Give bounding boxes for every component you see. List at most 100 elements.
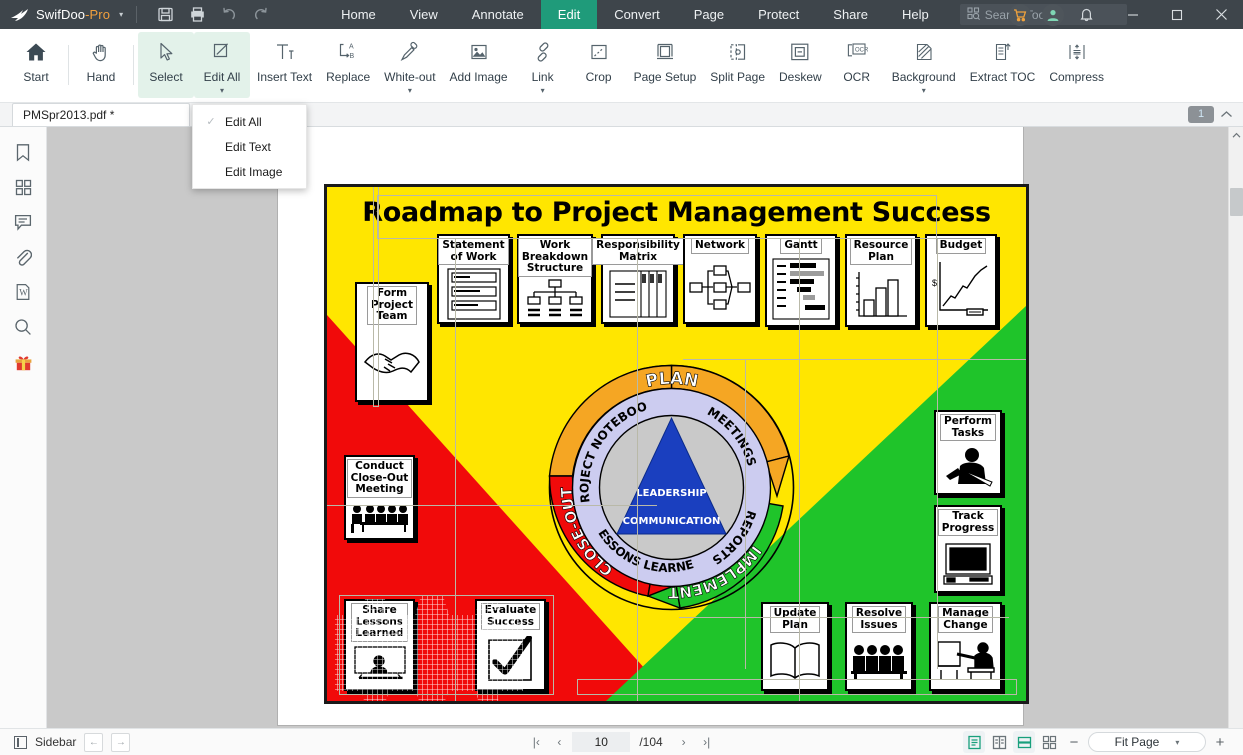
ribbon-extract-toc[interactable]: Extract TOC	[963, 32, 1043, 98]
ribbon-hand[interactable]: Hand	[73, 32, 129, 98]
card-caption: Network	[690, 238, 749, 254]
ribbon-link-label: Link	[531, 70, 554, 84]
scrollbar-thumb[interactable]	[1229, 188, 1243, 216]
ribbon-add-image-label: Add Image	[449, 70, 508, 84]
ribbon-split-page[interactable]: Split Page	[703, 32, 772, 98]
zoom-in-button[interactable]: +	[1209, 731, 1231, 753]
menu-edit[interactable]: Edit	[540, 0, 598, 29]
cart-icon[interactable]	[1009, 3, 1031, 26]
vertical-scrollbar[interactable]	[1228, 127, 1243, 728]
menu-help[interactable]: Help	[885, 0, 946, 29]
page-number-input[interactable]	[572, 732, 631, 752]
ribbon-edit-all[interactable]: Edit All ▾	[194, 32, 250, 98]
print-icon[interactable]	[184, 2, 210, 28]
chevron-down-icon[interactable]: ▾	[408, 87, 412, 95]
whiteout-icon	[399, 37, 421, 67]
pdf-page[interactable]: Roadmap to Project Management Success Fo…	[278, 127, 1029, 725]
attachment-icon[interactable]	[8, 244, 38, 270]
ribbon-edit-all-label: Edit All	[203, 70, 241, 84]
dropdown-item-edit-text[interactable]: Edit Text	[193, 134, 306, 159]
main-menu: Home View Annotate Edit Convert Page Pro…	[324, 0, 1127, 29]
grid-view-icon[interactable]	[1038, 731, 1060, 753]
ribbon-background[interactable]: Background ▾	[885, 32, 963, 98]
card-budget: Budget $	[925, 234, 997, 327]
brand-name: SwifDoo-Pro	[36, 7, 110, 22]
close-button[interactable]	[1199, 0, 1243, 29]
redo-icon[interactable]	[248, 2, 274, 28]
ribbon-crop[interactable]: Crop	[571, 32, 627, 98]
ribbon-add-image[interactable]: Add Image	[443, 32, 515, 98]
menu-annotate[interactable]: Annotate	[455, 0, 541, 29]
notifications-bell-icon[interactable]	[1075, 4, 1097, 26]
single-page-view-icon[interactable]	[963, 731, 985, 753]
home-icon	[25, 37, 47, 67]
zoom-level-label: Fit Page	[1114, 735, 1160, 749]
ribbon-crop-label: Crop	[585, 70, 612, 84]
chevron-down-icon[interactable]: ▾	[220, 87, 224, 95]
dropdown-item-edit-all[interactable]: ✓ Edit All	[193, 109, 306, 134]
bookmark-icon[interactable]	[8, 139, 38, 165]
ribbon-deskew[interactable]: Deskew	[772, 32, 829, 98]
dropdown-item-label: Edit Text	[225, 139, 271, 154]
dropdown-item-edit-image[interactable]: Edit Image	[193, 159, 306, 184]
next-page-button[interactable]: ›	[674, 732, 694, 752]
ribbon-deskew-label: Deskew	[779, 70, 822, 84]
zoom-out-button[interactable]: −	[1063, 731, 1085, 753]
maximize-button[interactable]	[1155, 0, 1199, 29]
comment-icon[interactable]	[8, 209, 38, 235]
swifdoo-logo-icon	[10, 7, 30, 23]
nav-forward-button[interactable]: →	[111, 732, 131, 752]
nav-back-button[interactable]: ←	[84, 732, 104, 752]
ribbon-ocr[interactable]: OCR OCR	[829, 32, 885, 98]
save-icon[interactable]	[152, 2, 178, 28]
titlebar-divider	[136, 6, 138, 23]
search-icon[interactable]	[8, 314, 38, 340]
word-icon[interactable]: W	[8, 279, 38, 305]
bar-chart-art	[847, 265, 915, 325]
card-caption: Responsibility Matrix	[592, 238, 684, 265]
menu-protect[interactable]: Protect	[741, 0, 816, 29]
background-icon	[913, 37, 935, 67]
menu-convert[interactable]: Convert	[597, 0, 677, 29]
thumbnails-icon[interactable]	[8, 174, 38, 200]
sidebar-toggle-icon[interactable]	[14, 735, 27, 749]
collapse-ribbon-chevron-icon[interactable]	[1220, 110, 1235, 119]
gift-icon[interactable]	[8, 349, 38, 375]
document-viewport[interactable]: Roadmap to Project Management Success Fo…	[47, 127, 1228, 728]
card-caption: Resource Plan	[849, 238, 913, 265]
ribbon-compress[interactable]: Compress	[1042, 32, 1111, 98]
menu-share[interactable]: Share	[816, 0, 885, 29]
ribbon-link[interactable]: Link ▾	[515, 32, 571, 98]
ribbon-insert-text[interactable]: Insert Text	[250, 32, 319, 98]
continuous-scroll-icon[interactable]	[1013, 731, 1035, 753]
menu-home[interactable]: Home	[324, 0, 393, 29]
menu-view[interactable]: View	[393, 0, 455, 29]
undo-icon[interactable]	[216, 2, 242, 28]
sidebar-label[interactable]: Sidebar	[35, 735, 76, 749]
document-tab[interactable]: PMSpr2013.pdf *	[12, 103, 190, 126]
previous-page-button[interactable]: ‹	[549, 732, 569, 752]
chevron-down-icon[interactable]: ▾	[541, 87, 545, 95]
scrollbar-track[interactable]	[1229, 143, 1243, 728]
avatar[interactable]	[1042, 3, 1064, 26]
line-chart-dollar-art: $	[927, 254, 995, 326]
last-page-button[interactable]: ›|	[697, 732, 717, 752]
ribbon-start[interactable]: Start	[8, 32, 64, 98]
zoom-level-select[interactable]: Fit Page ▾	[1088, 732, 1206, 752]
scroll-up-arrow-icon[interactable]	[1232, 127, 1241, 143]
card-work-breakdown-structure: Work Breakdown Structure	[517, 234, 593, 324]
ribbon-replace[interactable]: AB Replace	[319, 32, 377, 98]
search-icon	[967, 6, 980, 23]
card-track-progress: Track Progress	[934, 505, 1002, 593]
two-page-view-icon[interactable]	[988, 731, 1010, 753]
brand-dropdown-caret-icon[interactable]: ▾	[119, 10, 123, 19]
document-tab-bar: PMSpr2013.pdf * 1	[0, 103, 1243, 127]
chevron-down-icon[interactable]: ▾	[922, 87, 926, 95]
cycle-label-plan: PLAN	[644, 369, 700, 392]
ribbon-select[interactable]: Select	[138, 32, 194, 98]
ribbon-whiteout[interactable]: White-out ▾	[377, 32, 442, 98]
menu-page[interactable]: Page	[677, 0, 741, 29]
first-page-button[interactable]: |‹	[526, 732, 546, 752]
minimize-button[interactable]	[1111, 0, 1155, 29]
ribbon-page-setup[interactable]: Page Setup	[627, 32, 704, 98]
